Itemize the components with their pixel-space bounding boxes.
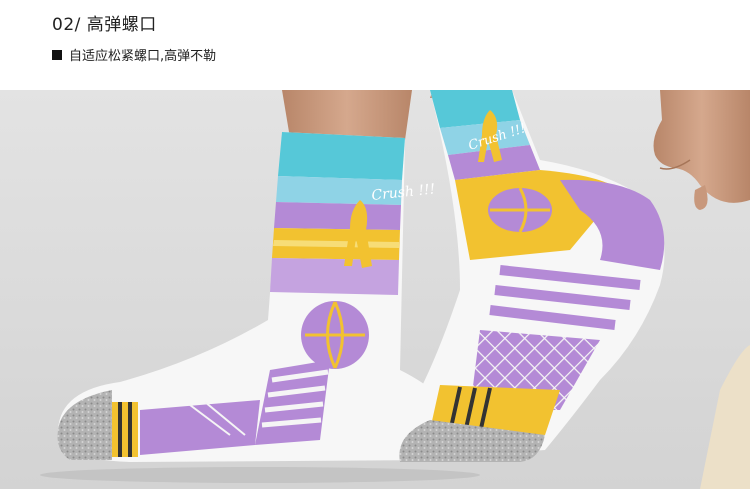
square-bullet-icon [52, 49, 62, 60]
feature-line: 自适应松紧螺口,高弹不勒 [52, 45, 216, 64]
section-title: 02/ 高弹螺口 [52, 15, 157, 35]
product-photo: Crush !!! Crush !!! [0, 90, 750, 489]
floor-shadow [40, 467, 480, 483]
feature-subtitle: 自适应松紧螺口,高弹不勒 [69, 49, 217, 64]
left-leg [282, 90, 412, 140]
header-section: 02/ 高弹螺口 自适应松紧螺口,高弹不勒 [0, 0, 750, 90]
